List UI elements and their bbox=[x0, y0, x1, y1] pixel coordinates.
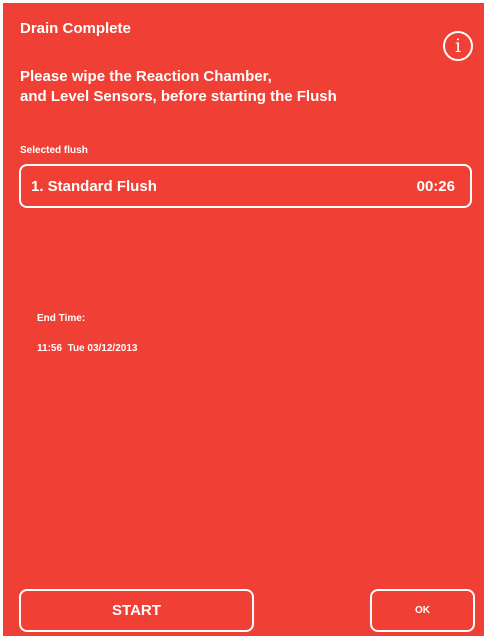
drain-complete-dialog: Drain Complete i Please wipe the Reactio… bbox=[3, 3, 484, 636]
selected-flush-item[interactable]: 1. Standard Flush 00:26 bbox=[19, 164, 472, 208]
end-time-value: 11:56 Tue 03/12/2013 bbox=[37, 343, 138, 354]
instruction-message: Please wipe the Reaction Chamber, and Le… bbox=[20, 67, 337, 107]
message-line-2: and Level Sensors, before starting the F… bbox=[20, 88, 337, 105]
selected-flush-label: Selected flush bbox=[20, 145, 88, 156]
info-glyph: i bbox=[454, 34, 462, 57]
start-button[interactable]: START bbox=[19, 589, 254, 632]
end-time-label: End Time: bbox=[37, 313, 86, 324]
info-icon[interactable]: i bbox=[443, 31, 473, 61]
dialog-title: Drain Complete bbox=[20, 20, 131, 37]
flush-duration: 00:26 bbox=[416, 177, 455, 195]
flush-name: 1. Standard Flush bbox=[31, 177, 157, 195]
ok-button[interactable]: OK bbox=[370, 589, 475, 632]
message-line-1: Please wipe the Reaction Chamber, bbox=[20, 68, 272, 85]
